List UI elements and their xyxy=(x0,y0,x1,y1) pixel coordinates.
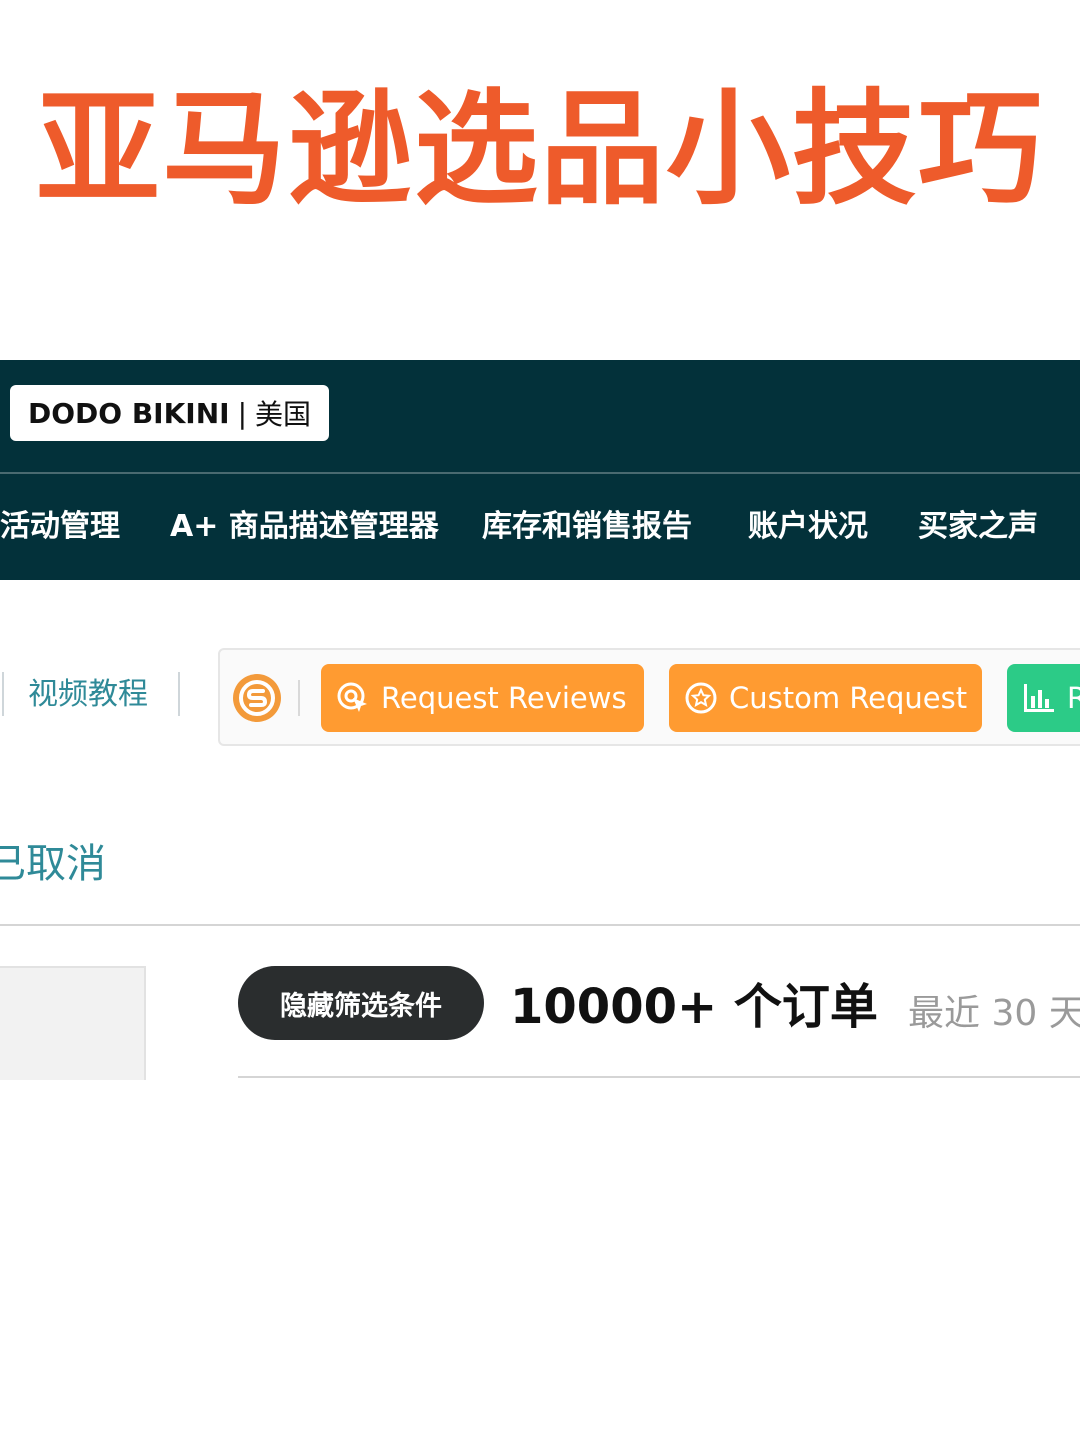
bar-chart-icon xyxy=(1021,680,1057,716)
nav-item-voice-of-customer[interactable]: 买家之声 xyxy=(918,474,1038,580)
cursor-click-icon xyxy=(335,680,371,716)
store-name: DODO BIKINI xyxy=(28,396,230,430)
report-button[interactable]: R xyxy=(1007,664,1080,732)
store-selector[interactable]: DODO BIKINI | 美国 xyxy=(10,385,330,441)
store-header-bar: DODO BIKINI | 美国 xyxy=(0,360,1080,472)
video-tutorial-link[interactable]: 视频教程 xyxy=(28,670,148,720)
request-reviews-button[interactable]: Request Reviews xyxy=(321,664,644,732)
store-country: 美国 xyxy=(255,398,312,431)
orders-divider xyxy=(238,1076,1080,1078)
orders-count: 10000+ 个订单 xyxy=(510,979,878,1035)
custom-request-label: Custom Request xyxy=(729,681,968,715)
store-separator: | xyxy=(237,396,248,430)
separator xyxy=(178,672,180,716)
page-title: 亚马逊选品小技巧 xyxy=(35,78,1044,222)
request-reviews-label: Request Reviews xyxy=(381,681,627,715)
nav-item-a-plus-manager[interactable]: A+ 商品描述管理器 xyxy=(170,474,439,580)
tab-cancelled[interactable]: 已取消 xyxy=(0,834,106,894)
hide-filters-button[interactable]: 隐藏筛选条件 xyxy=(238,966,484,1040)
nav-item-inventory-sales-report[interactable]: 库存和销售报告 xyxy=(482,474,692,580)
orders-period: 最近 30 天 xyxy=(908,993,1080,1034)
separator xyxy=(2,672,4,716)
nav-item-account-health[interactable]: 账户状况 xyxy=(748,474,868,580)
s-logo-icon[interactable] xyxy=(232,673,282,723)
custom-request-button[interactable]: Custom Request xyxy=(669,664,982,732)
nav-item-campaigns[interactable]: 活动管理 xyxy=(0,474,120,580)
separator xyxy=(298,680,300,716)
report-label: R xyxy=(1067,681,1080,715)
star-circle-icon xyxy=(683,680,719,716)
tabs-divider xyxy=(0,924,1080,926)
main-nav-bar: 活动管理 A+ 商品描述管理器 库存和销售报告 账户状况 买家之声 xyxy=(0,474,1080,580)
filter-panel xyxy=(0,966,146,1080)
blank-area xyxy=(0,1080,1080,1440)
